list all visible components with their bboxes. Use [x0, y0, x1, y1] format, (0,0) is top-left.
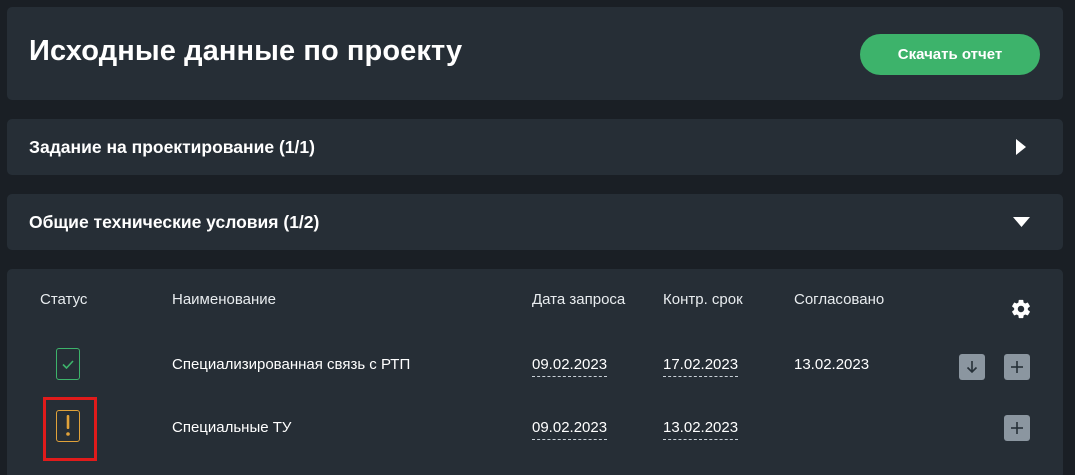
plus-icon: [1011, 422, 1023, 434]
page: Исходные данные по проекту Скачать отчет…: [0, 0, 1075, 475]
arrow-down-icon: [966, 361, 978, 374]
request-date-link[interactable]: 09.02.2023: [532, 419, 608, 440]
conditions-table: Статус Наименование Дата запроса Контр. …: [7, 269, 1063, 475]
row-name: Специальные ТУ: [172, 419, 292, 436]
section-title: Общие технические условия (1/2): [29, 212, 320, 232]
add-row-button[interactable]: [1004, 354, 1030, 380]
status-warning-badge: [56, 410, 80, 442]
request-date-link[interactable]: 09.02.2023: [532, 356, 608, 377]
check-icon: [62, 359, 74, 369]
control-date-link[interactable]: 13.02.2023: [663, 419, 739, 440]
gear-icon[interactable]: [1010, 298, 1032, 320]
download-row-button[interactable]: [959, 354, 985, 380]
column-header-name: Наименование: [172, 291, 276, 308]
add-row-button[interactable]: [1004, 415, 1030, 441]
exclamation-icon: [66, 415, 70, 436]
section-design-assignment[interactable]: Задание на проектирование (1/1): [7, 119, 1063, 175]
triangle-right-icon[interactable]: [1007, 135, 1035, 159]
section-title: Задание на проектирование (1/1): [29, 137, 315, 157]
triangle-down-icon[interactable]: [1007, 210, 1035, 234]
plus-icon: [1011, 361, 1023, 373]
project-header: Исходные данные по проекту Скачать отчет: [7, 7, 1063, 100]
section-technical-conditions[interactable]: Общие технические условия (1/2): [7, 194, 1063, 250]
column-header-approved: Согласовано: [794, 291, 885, 308]
status-ok-badge: [56, 348, 80, 380]
column-header-control-date: Контр. срок: [663, 291, 743, 308]
page-title: Исходные данные по проекту: [29, 35, 463, 67]
download-report-button[interactable]: Скачать отчет: [860, 34, 1040, 75]
column-header-request-date: Дата запроса: [532, 291, 626, 308]
column-header-status: Статус: [40, 291, 88, 308]
approved-date: 13.02.2023: [794, 356, 870, 373]
row-name: Специализированная связь с РТП: [172, 356, 411, 373]
control-date-link[interactable]: 17.02.2023: [663, 356, 739, 377]
